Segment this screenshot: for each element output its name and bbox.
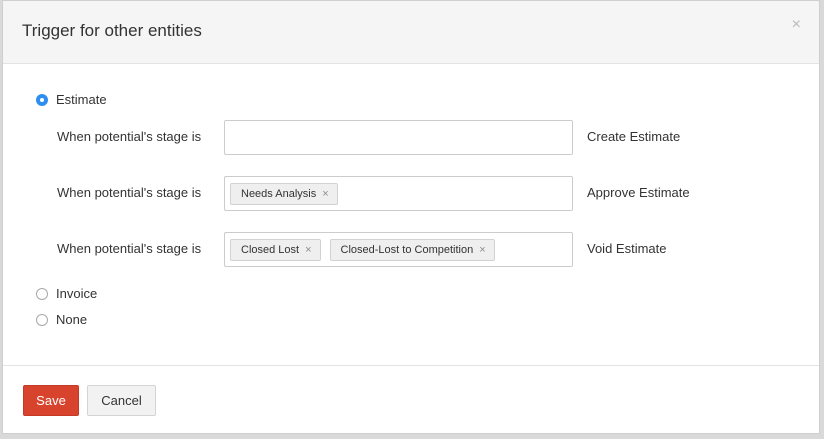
close-icon[interactable]: ×: [792, 17, 801, 33]
remove-tag-icon[interactable]: ×: [305, 244, 311, 256]
option-invoice-label: Invoice: [56, 286, 98, 301]
rule-action-label: Void Estimate: [587, 241, 667, 256]
stage-tag: Closed-Lost to Competition ×: [329, 238, 495, 261]
cancel-button[interactable]: Cancel: [87, 385, 156, 416]
stage-input-approve[interactable]: Needs Analysis ×: [224, 176, 573, 211]
trigger-dialog: Trigger for other entities × Estimate Wh…: [2, 0, 820, 434]
option-invoice[interactable]: Invoice: [36, 286, 97, 301]
save-button[interactable]: Save: [23, 385, 79, 416]
option-estimate-label: Estimate: [56, 92, 107, 107]
rule-action-label: Create Estimate: [587, 129, 681, 144]
stage-tag-label: Closed-Lost to Competition: [340, 243, 474, 256]
rule-condition-label: When potential's stage is: [57, 129, 202, 144]
dialog-header: Trigger for other entities ×: [3, 1, 819, 64]
dialog-footer-divider: [3, 365, 819, 366]
radio-invoice[interactable]: [36, 287, 48, 300]
rule-condition-label: When potential's stage is: [57, 241, 202, 256]
stage-tag-label: Closed Lost: [241, 243, 300, 256]
remove-tag-icon[interactable]: ×: [479, 244, 485, 256]
dialog-title: Trigger for other entities: [22, 21, 202, 40]
stage-input-void[interactable]: Closed Lost × Closed-Lost to Competition…: [224, 232, 573, 267]
stage-tag: Closed Lost ×: [230, 238, 321, 261]
remove-tag-icon[interactable]: ×: [322, 188, 328, 200]
stage-input-create[interactable]: [224, 120, 573, 155]
rule-condition-label: When potential's stage is: [57, 185, 202, 200]
radio-none[interactable]: [36, 313, 48, 326]
option-none[interactable]: None: [36, 312, 87, 327]
rule-action-label: Approve Estimate: [587, 185, 690, 200]
option-none-label: None: [56, 312, 88, 327]
stage-tag-label: Needs Analysis: [241, 187, 317, 200]
stage-tag: Needs Analysis ×: [230, 182, 338, 205]
radio-estimate[interactable]: [36, 93, 48, 106]
option-estimate[interactable]: Estimate: [36, 92, 107, 107]
